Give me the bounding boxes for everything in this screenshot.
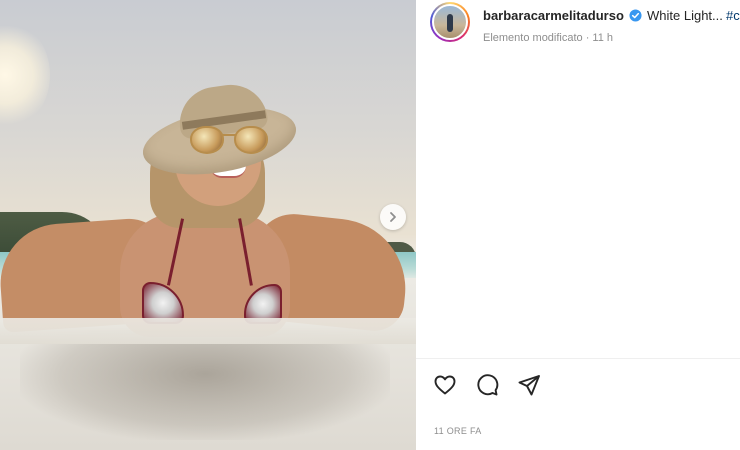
post-timestamp[interactable]: 11 ORE FA [434, 426, 482, 436]
post-image[interactable] [0, 0, 416, 450]
share-button[interactable] [516, 372, 542, 398]
heart-icon [434, 375, 456, 395]
chevron-right-icon [390, 212, 396, 222]
reflection [20, 330, 390, 440]
username-link[interactable]: barbaracarmelitadurso [483, 8, 624, 23]
avatar-figure [447, 14, 453, 32]
verified-badge-icon [629, 9, 642, 22]
comment-icon [477, 374, 499, 396]
hashtag-link[interactable]: #c [726, 8, 740, 23]
avatar[interactable] [432, 4, 468, 40]
edited-status: Elemento modificato · 11 h [483, 32, 614, 44]
sun-glare [0, 20, 50, 130]
divider [416, 358, 740, 359]
action-bar [432, 372, 542, 398]
carousel-next-button[interactable] [380, 204, 406, 230]
share-icon [518, 375, 540, 396]
post-header: barbaracarmelitadurso White Light... #c … [416, 0, 740, 48]
like-button[interactable] [432, 372, 458, 398]
story-ring[interactable] [430, 2, 470, 42]
lens-left [190, 126, 224, 154]
lens-right [234, 126, 268, 154]
waterline [0, 318, 416, 344]
sunglasses [190, 124, 270, 158]
post-panel: barbaracarmelitadurso White Light... #c … [416, 0, 740, 450]
caption-preview: White Light... [647, 8, 723, 23]
comment-button[interactable] [474, 372, 500, 398]
